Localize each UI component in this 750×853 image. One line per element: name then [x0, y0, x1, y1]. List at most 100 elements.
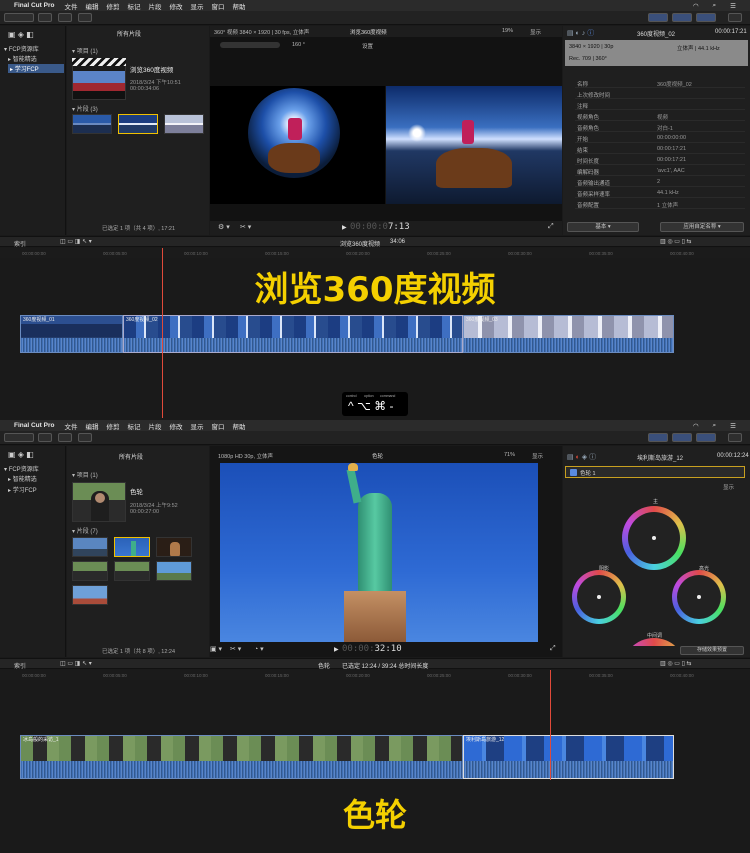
clip-thumb-b3[interactable]	[156, 537, 192, 557]
angle-slider[interactable]	[220, 42, 280, 48]
project-thumbnail-2[interactable]	[72, 482, 126, 522]
menu-clip-2[interactable]: 片段	[148, 421, 161, 431]
clip-filter[interactable]: 所有片段	[117, 29, 141, 38]
layout-button-2[interactable]	[672, 13, 692, 22]
clip-thumb-b7[interactable]	[72, 585, 108, 605]
timeline-playhead-2[interactable]	[550, 670, 551, 780]
clip-thumbnail-1[interactable]	[72, 114, 112, 134]
sidebar-icons-2[interactable]: ▣ ◈ ◧	[8, 450, 56, 460]
sidebar-item-learn[interactable]: ▸ 学习FCP	[8, 64, 64, 73]
clip-thumb-b2[interactable]	[114, 537, 150, 557]
timeline-right-tools-2[interactable]: ▥ ◎ ▭ ▯ ⇆	[660, 660, 692, 667]
color-wheel-master[interactable]	[622, 506, 686, 570]
menu-file[interactable]: 文件	[64, 1, 77, 11]
timeline-tools-2[interactable]: ◫ ▭ ◨ ↖ ▾	[60, 660, 92, 667]
save-preset-button[interactable]: 存储效果预置	[680, 646, 744, 655]
menu-view-2[interactable]: 显示	[190, 421, 203, 431]
viewer-zoom-2[interactable]: 71%	[504, 452, 515, 458]
fullscreen-icon[interactable]: ⤢	[548, 223, 554, 231]
viewer-crop-icon-2[interactable]: ✂ ▾	[230, 645, 241, 653]
menu-trim[interactable]: 修剪	[106, 1, 119, 11]
viewer-crop-icon[interactable]: ✂ ▾	[240, 223, 251, 231]
timeline-clip-b2[interactable]: 埃利斯岛旅游_12	[463, 735, 674, 779]
viewer-settings[interactable]: 设置	[362, 42, 373, 50]
layout-button-3-2[interactable]	[696, 433, 716, 442]
viewer-zoom[interactable]: 19%	[502, 28, 513, 34]
search-icon-2[interactable]: ⌕	[713, 422, 717, 430]
viewer-display-menu-2[interactable]: 显示	[532, 452, 543, 460]
sidebar-item-learn-2[interactable]: ▸ 学习FCP	[8, 485, 37, 494]
wifi-icon[interactable]: ◠	[693, 2, 699, 10]
timeline-ruler[interactable]: 00:00:00:00 00:00:05:00 00:00:10:00 00:0…	[0, 248, 750, 258]
color-effect-row[interactable]: 色轮 1	[565, 466, 745, 478]
timeline-clip-b1[interactable]: 冰岛般的采访_1	[20, 735, 463, 779]
sidebar-icons[interactable]: ▣ ◈ ◧	[8, 30, 56, 40]
viewer-transform-icon-2[interactable]: ▣ ▾	[210, 645, 222, 653]
clip-thumbnail-2[interactable]	[118, 114, 158, 134]
metadata-view-select[interactable]: 基本 ▾	[567, 222, 639, 232]
wifi-icon-2[interactable]: ◠	[693, 422, 699, 430]
inspector-tabs[interactable]: ▤ ◐ ♪ ⓘ	[567, 28, 594, 38]
key-icon-2[interactable]	[58, 433, 72, 442]
timeline-tools[interactable]: ◫ ▭ ◨ ↖ ▾	[60, 238, 92, 245]
clip-thumb-b1[interactable]	[72, 537, 108, 557]
viewer-display-menu[interactable]: 显示	[530, 28, 541, 36]
menu-trim-2[interactable]: 修剪	[106, 421, 119, 431]
share-icon-2[interactable]	[728, 433, 742, 442]
sidebar-item-smart-2[interactable]: ▸ 智能精选	[8, 474, 37, 483]
menu-help[interactable]: 帮助	[232, 1, 245, 11]
menu-icon[interactable]: ☰	[730, 2, 736, 10]
inspector-row-video-role[interactable]: 视频角色 视频	[575, 111, 745, 121]
inspector-row-audio-role[interactable]: 音频角色 对白-1	[575, 122, 745, 132]
menu-app-name[interactable]: Final Cut Pro	[14, 2, 54, 9]
timeline-right-tools[interactable]: ▥ ◎ ▭ ▯ ⇆	[660, 238, 692, 245]
play-icon-2[interactable]: ▶	[334, 646, 339, 653]
timeline-playhead[interactable]	[162, 248, 163, 418]
viewer-timecode-2[interactable]: 00:00:32:10	[342, 644, 402, 654]
menu-edit[interactable]: 编辑	[85, 1, 98, 11]
effect-enable-checkbox[interactable]	[570, 469, 577, 476]
color-wheel-midtones[interactable]	[622, 638, 686, 646]
layout-button-1[interactable]	[648, 13, 668, 22]
layout-button-3[interactable]	[696, 13, 716, 22]
menu-icon-2[interactable]: ☰	[730, 422, 736, 430]
menu-edit-2[interactable]: 编辑	[85, 421, 98, 431]
viewer-speed-icon[interactable]: ◔ ▾	[254, 645, 264, 653]
apply-custom-name-button[interactable]: 应用自定名称 ▾	[660, 222, 744, 232]
fullscreen-icon-2[interactable]: ⤢	[550, 645, 556, 653]
check-icon[interactable]	[78, 13, 92, 22]
close-window-buttons-2[interactable]	[4, 433, 34, 442]
clip-thumb-b4[interactable]	[72, 561, 108, 581]
menu-modify-2[interactable]: 修改	[169, 421, 182, 431]
menu-window-2[interactable]: 窗口	[211, 421, 224, 431]
play-icon[interactable]: ▶	[342, 224, 347, 231]
timeline-clip-3[interactable]: 360度视频_03	[463, 315, 674, 353]
sidebar-item-library-2[interactable]: ▾ FCP资源库	[4, 464, 39, 473]
key-icon[interactable]	[58, 13, 72, 22]
inspector-tabs-2[interactable]: ▤ ◐ ◈ ⓘ	[567, 452, 596, 462]
sidebar-item-library[interactable]: ▾ FCP资源库	[4, 44, 39, 53]
import-button-2[interactable]	[38, 433, 52, 442]
timeline-index-button-2[interactable]: 索引	[14, 661, 26, 670]
menu-file-2[interactable]: 文件	[64, 421, 77, 431]
inspector-row-name[interactable]: 名称 360度视频_02	[575, 78, 745, 88]
layout-button-1-2[interactable]	[648, 433, 668, 442]
clip-filter-2[interactable]: 所有片段	[119, 452, 143, 461]
timeline-clip-1[interactable]: 360度视频_01	[20, 315, 123, 353]
menu-window[interactable]: 窗口	[211, 1, 224, 11]
color-wheel-shadows[interactable]	[572, 570, 626, 624]
search-icon[interactable]: ⌕	[713, 2, 717, 10]
clip-thumbnail-3[interactable]	[164, 114, 204, 134]
layout-button-2-2[interactable]	[672, 433, 692, 442]
clip-thumb-b6[interactable]	[156, 561, 192, 581]
viewer-transform-icon[interactable]: ⚙ ▾	[218, 223, 230, 231]
timeline-index-button[interactable]: 索引	[14, 239, 26, 248]
viewer-timecode[interactable]: 00:00:07:13	[350, 222, 410, 232]
clip-thumb-b5[interactable]	[114, 561, 150, 581]
menu-clip[interactable]: 片段	[148, 1, 161, 11]
timeline-ruler-2[interactable]: 00:00:00:00 00:00:05:00 00:00:10:00 00:0…	[0, 670, 750, 680]
check-icon-2[interactable]	[78, 433, 92, 442]
menu-help-2[interactable]: 帮助	[232, 421, 245, 431]
menu-mark[interactable]: 标记	[127, 1, 140, 11]
angle-value[interactable]: 160 °	[292, 42, 305, 48]
